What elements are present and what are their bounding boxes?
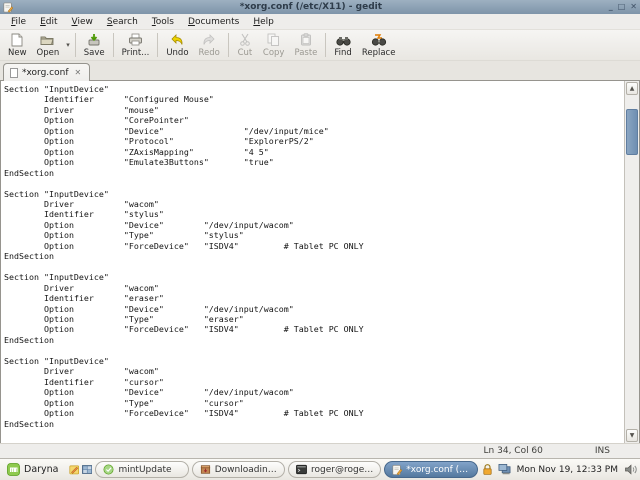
gedit-window: *xorg.conf (/etc/X11) - gedit _ □ ✕ File… xyxy=(0,0,640,480)
mint-menu-button[interactable]: Daryna xyxy=(3,461,66,478)
paste-button[interactable]: Paste xyxy=(289,32,322,59)
scissors-icon xyxy=(239,33,251,47)
open-dropdown-arrow[interactable]: ▾ xyxy=(64,41,72,49)
clipboard-icon xyxy=(300,33,312,47)
linuxmint-logo-icon xyxy=(7,463,20,476)
undo-button[interactable]: Undo xyxy=(161,32,193,59)
toolbar-separator xyxy=(227,33,229,57)
menu-help[interactable]: Help xyxy=(246,15,281,29)
find-button[interactable]: Find xyxy=(329,32,356,59)
printer-icon xyxy=(128,33,143,47)
toolbar: New Open ▾ Save Print... Undo Redo Cut C… xyxy=(0,30,640,61)
task-downloading[interactable]: Downloading pac... xyxy=(191,461,286,478)
menu-edit[interactable]: Edit xyxy=(33,15,64,29)
redo-button[interactable]: Redo xyxy=(194,32,225,59)
save-button[interactable]: Save xyxy=(79,32,110,59)
tab-close-icon[interactable]: ✕ xyxy=(73,67,84,78)
task-label: mintUpdate xyxy=(118,464,172,475)
binoculars-icon xyxy=(336,33,351,47)
task-gedit-xorg-conf[interactable]: *xorg.conf (/etc/... xyxy=(384,461,478,478)
tab-bar: *xorg.conf ✕ xyxy=(0,61,640,81)
notes-pencil-icon[interactable] xyxy=(68,463,79,476)
text-view[interactable]: Section "InputDevice" Identifier "Config… xyxy=(1,81,624,443)
toolbar-separator xyxy=(325,33,327,57)
menu-documents[interactable]: Documents xyxy=(181,15,246,29)
toolbar-separator xyxy=(74,33,76,57)
replace-button[interactable]: Replace xyxy=(357,32,401,59)
close-button[interactable]: ✕ xyxy=(630,3,637,11)
task-terminal[interactable]: roger@roger-des... xyxy=(288,461,382,478)
network-monitors-icon[interactable] xyxy=(498,463,511,476)
workspace-pager-icon[interactable] xyxy=(82,463,93,476)
scrollbar-thumb[interactable] xyxy=(626,109,638,155)
open-button[interactable]: Open xyxy=(32,32,65,59)
print-button[interactable]: Print... xyxy=(117,32,155,59)
document-icon xyxy=(10,67,18,78)
menu-file[interactable]: File xyxy=(4,15,33,29)
copy-pages-icon xyxy=(267,33,280,47)
gedit-notepad-pencil-icon xyxy=(3,2,13,13)
maximize-button[interactable]: □ xyxy=(618,3,626,11)
tab-xorg-conf[interactable]: *xorg.conf ✕ xyxy=(3,63,91,81)
speaker-icon[interactable] xyxy=(624,463,637,476)
insert-mode-indicator: INS xyxy=(594,446,610,456)
padlock-icon[interactable] xyxy=(481,463,494,476)
scroll-down-icon[interactable]: ▼ xyxy=(626,429,638,442)
task-mintupdate[interactable]: mintUpdate xyxy=(95,461,189,478)
save-icon xyxy=(87,33,101,47)
menu-search[interactable]: Search xyxy=(100,15,145,29)
document-content[interactable]: Section "InputDevice" Identifier "Config… xyxy=(1,81,624,429)
menu-bar: File Edit View Search Tools Documents He… xyxy=(0,14,640,30)
open-folder-icon xyxy=(40,33,55,47)
task-label: *xorg.conf (/etc/... xyxy=(406,464,469,475)
binoculars-replace-icon xyxy=(371,33,387,47)
menu-label: Daryna xyxy=(24,464,59,475)
editor-area: Section "InputDevice" Identifier "Config… xyxy=(0,81,640,443)
system-tray: Mon Nov 19, 12:33 PM xyxy=(481,463,637,476)
window-title: *xorg.conf (/etc/X11) - gedit xyxy=(239,2,383,12)
vertical-scrollbar[interactable]: ▲ ▼ xyxy=(624,81,639,443)
menu-view[interactable]: View xyxy=(65,15,100,29)
task-label: Downloading pac... xyxy=(214,464,277,475)
mintupdate-shield-icon xyxy=(103,464,114,475)
clock[interactable]: Mon Nov 19, 12:33 PM xyxy=(515,465,620,475)
copy-pages-button[interactable]: Copy xyxy=(258,32,290,59)
status-bar: Ln 34, Col 60 INS xyxy=(0,443,640,458)
cut-button[interactable]: Cut xyxy=(232,32,258,59)
package-download-icon xyxy=(200,465,210,474)
minimize-button[interactable]: _ xyxy=(609,3,613,11)
tab-title: *xorg.conf xyxy=(22,67,69,78)
undo-arrow-icon xyxy=(170,33,184,47)
title-bar[interactable]: *xorg.conf (/etc/X11) - gedit _ □ ✕ xyxy=(0,0,640,14)
new-document-icon xyxy=(11,33,23,47)
toolbar-separator xyxy=(112,33,114,57)
new-button[interactable]: New xyxy=(3,32,32,59)
terminal-icon xyxy=(296,464,307,475)
redo-arrow-icon xyxy=(202,33,216,47)
cursor-position: Ln 34, Col 60 xyxy=(483,446,543,456)
scroll-up-icon[interactable]: ▲ xyxy=(626,82,638,95)
menu-tools[interactable]: Tools xyxy=(145,15,181,29)
task-label: roger@roger-des... xyxy=(311,464,373,475)
gedit-notepad-pencil-icon xyxy=(392,464,403,475)
taskbar: Daryna mintUpdate Downloading roger@roge… xyxy=(0,458,640,480)
toolbar-separator xyxy=(157,33,159,57)
